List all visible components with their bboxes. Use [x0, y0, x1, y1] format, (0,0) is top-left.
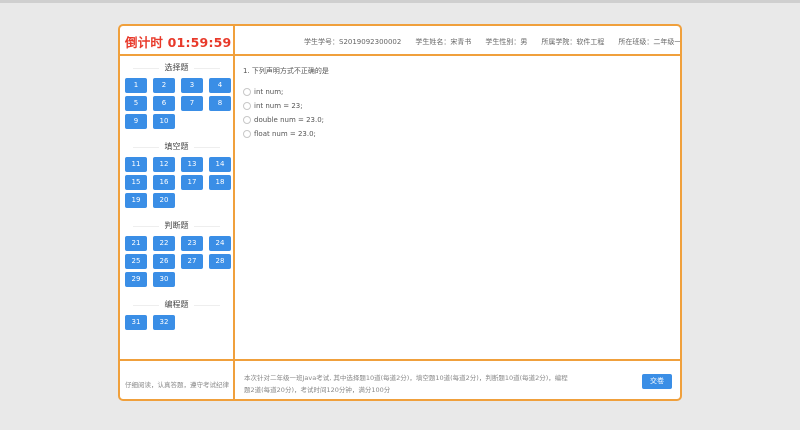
question-button[interactable]: 1 [125, 78, 147, 93]
option-label: int num; [254, 87, 284, 96]
radio-button[interactable] [243, 87, 251, 96]
top-bar [0, 0, 800, 3]
section-title-program: 编程题 [125, 299, 228, 311]
option-label: int num = 23; [254, 101, 303, 110]
section-title-choice: 选择题 [125, 62, 228, 74]
question-button[interactable]: 16 [153, 175, 175, 190]
answer-option[interactable]: int num = 23; [243, 101, 674, 110]
question-button[interactable]: 10 [153, 114, 175, 129]
question-button[interactable]: 7 [181, 96, 203, 111]
countdown-timer: 倒计时 01:59:59 [125, 35, 232, 50]
question-button[interactable]: 11 [125, 157, 147, 172]
question-area: 1. 下列声明方式不正确的是 int num; int num = 23; do… [235, 56, 680, 359]
question-button[interactable]: 15 [125, 175, 147, 190]
question-button[interactable]: 14 [209, 157, 231, 172]
question-button[interactable]: 31 [125, 315, 147, 330]
question-button[interactable]: 26 [153, 254, 175, 269]
question-button[interactable]: 29 [125, 272, 147, 287]
question-button[interactable]: 24 [209, 236, 231, 251]
question-button[interactable]: 8 [209, 96, 231, 111]
question-text: 1. 下列声明方式不正确的是 [243, 67, 329, 75]
student-class: 所在班级：二年级一班 [618, 38, 682, 46]
exam-notice: 仔细阅读，认真答题，遵守考试纪律 [125, 381, 229, 389]
section-title-fill: 填空题 [125, 141, 228, 153]
section-title-judge: 判断题 [125, 220, 228, 232]
question-button[interactable]: 3 [181, 78, 203, 93]
question-button[interactable]: 18 [209, 175, 231, 190]
student-gender: 学生性别：男 [485, 38, 528, 46]
question-button[interactable]: 2 [153, 78, 175, 93]
question-button[interactable]: 21 [125, 236, 147, 251]
question-button[interactable]: 32 [153, 315, 175, 330]
question-button[interactable]: 30 [153, 272, 175, 287]
student-name: 学生姓名：宋青书 [415, 38, 472, 46]
judge-question-grid: 21 22 23 24 25 26 27 28 29 30 [125, 236, 231, 287]
question-button[interactable]: 28 [209, 254, 231, 269]
exam-panel: 倒计时 01:59:59 学生学号：S2019092300002 学生姓名：宋青… [118, 24, 682, 401]
question-button[interactable]: 19 [125, 193, 147, 208]
question-button[interactable]: 22 [153, 236, 175, 251]
radio-button[interactable] [243, 129, 251, 138]
radio-button[interactable] [243, 101, 251, 110]
exam-description: 本次针对二年级一班Java考试, 其中选择题10道(每道2分)，填空题10道(每… [244, 374, 568, 394]
question-button[interactable]: 27 [181, 254, 203, 269]
radio-button[interactable] [243, 115, 251, 124]
question-button[interactable]: 5 [125, 96, 147, 111]
question-button[interactable]: 6 [153, 96, 175, 111]
question-button[interactable]: 23 [181, 236, 203, 251]
submit-button[interactable]: 交卷 [642, 374, 672, 389]
fill-question-grid: 11 12 13 14 15 16 17 18 19 20 [125, 157, 231, 208]
answer-option[interactable]: float num = 23.0; [243, 129, 674, 138]
answer-option[interactable]: int num; [243, 87, 674, 96]
question-button[interactable]: 25 [125, 254, 147, 269]
option-label: float num = 23.0; [254, 129, 316, 138]
question-button[interactable]: 4 [209, 78, 231, 93]
option-label: double num = 23.0; [254, 115, 325, 124]
student-info: 学生学号：S2019092300002 学生姓名：宋青书 学生性别：男 所属学院… [304, 37, 682, 47]
student-id: 学生学号：S2019092300002 [304, 38, 402, 46]
question-button[interactable]: 20 [153, 193, 175, 208]
footer-divider [120, 359, 680, 361]
question-button[interactable]: 12 [153, 157, 175, 172]
student-college: 所属学院：软件工程 [541, 38, 605, 46]
program-question-grid: 31 32 [125, 315, 228, 330]
choice-question-grid: 1 2 3 4 5 6 7 8 9 10 [125, 78, 231, 129]
question-button[interactable]: 9 [125, 114, 147, 129]
question-navigator: 选择题 1 2 3 4 5 6 7 8 9 10 填空题 11 12 13 14… [120, 56, 233, 359]
question-button[interactable]: 17 [181, 175, 203, 190]
question-button[interactable]: 13 [181, 157, 203, 172]
answer-option[interactable]: double num = 23.0; [243, 115, 674, 124]
